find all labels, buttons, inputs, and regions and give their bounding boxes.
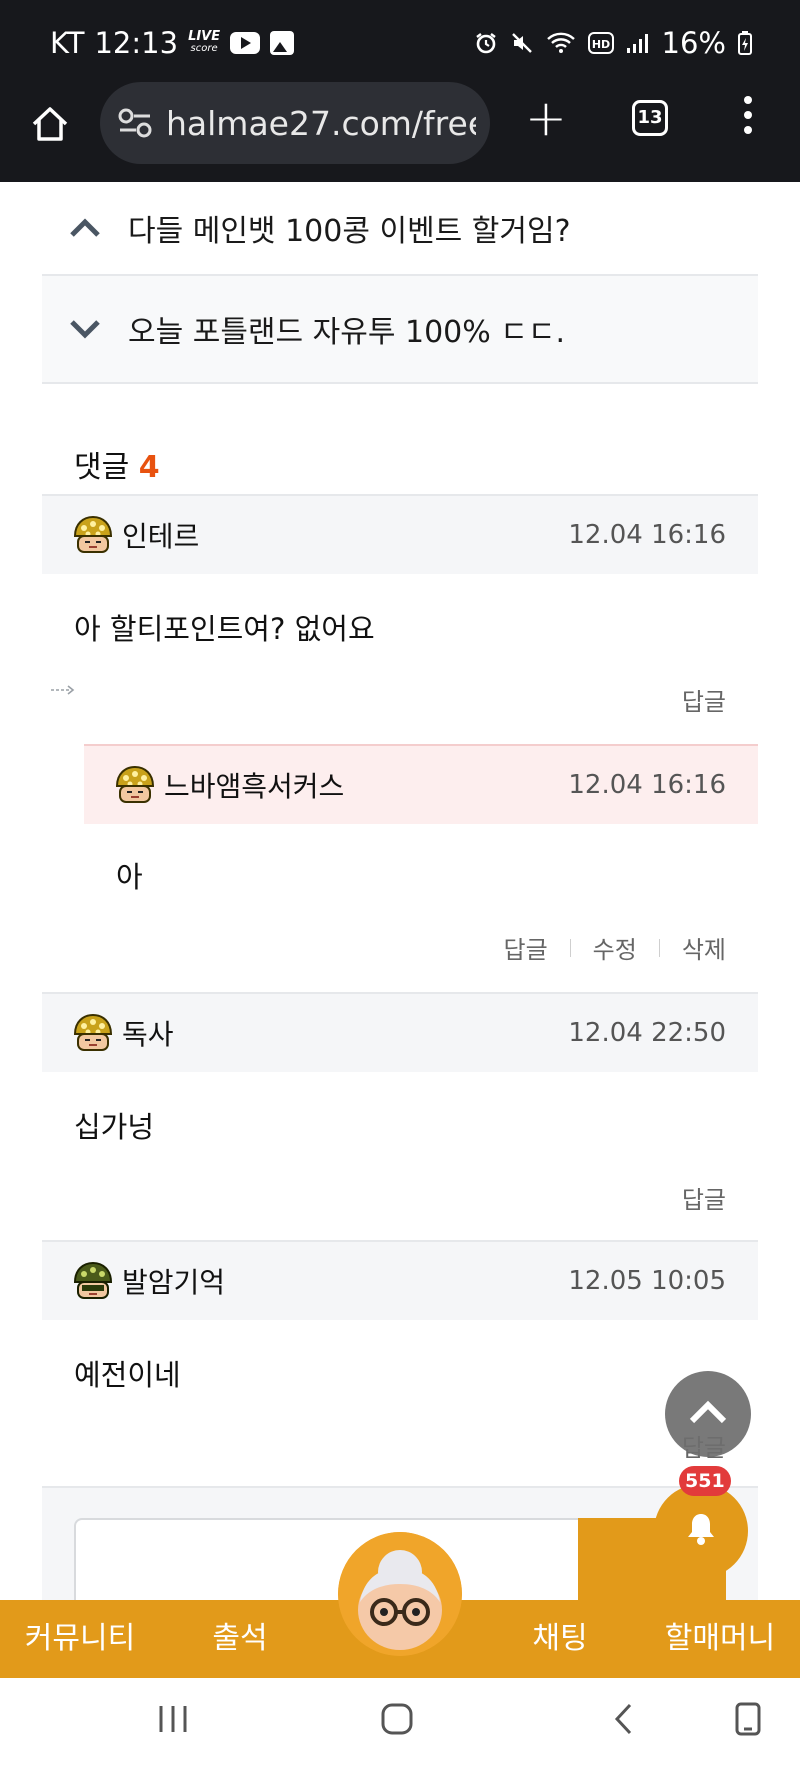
clock: 12:13: [94, 26, 179, 60]
notification-button[interactable]: [654, 1484, 748, 1578]
status-bar: KT 12:13 LIVE score HD 16%: [0, 0, 800, 90]
notification-badge: 551: [679, 1466, 731, 1496]
prev-post-link[interactable]: 다들 메인뱃 100콩 이벤트 할거임?: [42, 182, 758, 276]
next-post-title[interactable]: 오늘 포틀랜드 자유투 100% ㄷㄷ.: [128, 307, 565, 351]
youtube-icon: [230, 32, 261, 54]
chevron-down-icon: [42, 312, 128, 347]
comment-time: 12.04 16:16: [568, 520, 726, 550]
comment-actions: 답글 수정 삭제: [503, 930, 726, 965]
reply-button[interactable]: 답글: [682, 682, 726, 717]
gallery-icon: [270, 31, 295, 55]
delete-button[interactable]: 삭제: [682, 930, 726, 965]
edit-button[interactable]: 수정: [593, 930, 637, 965]
new-tab-button[interactable]: +: [524, 93, 568, 143]
url-text[interactable]: halmae27.com/free: [166, 104, 476, 143]
comment-actions: 답글: [682, 1180, 726, 1215]
reply-button[interactable]: 답글: [503, 930, 547, 965]
android-nav-bar: [0, 1678, 800, 1778]
battery-percent: 16%: [661, 26, 726, 60]
site-settings-icon[interactable]: [118, 108, 152, 138]
screen-rotate-icon[interactable]: [734, 1702, 762, 1736]
level-avatar-icon: [115, 765, 155, 803]
home-nav-icon[interactable]: [380, 1702, 414, 1736]
wifi-icon: [546, 32, 575, 53]
grandma-mascot-button[interactable]: [338, 1532, 462, 1656]
board-frame: 다들 메인뱃 100콩 이벤트 할거임? 오늘 포틀랜드 자유투 100% ㄷㄷ…: [42, 182, 758, 1600]
next-post-link[interactable]: 오늘 포틀랜드 자유투 100% ㄷㄷ.: [42, 276, 758, 384]
bell-icon: [688, 1514, 714, 1545]
comment-body: 아 할티포인트여? 없어요: [74, 612, 375, 646]
hd-icon: HD: [587, 32, 614, 54]
prev-post-title[interactable]: 다들 메인뱃 100콩 이벤트 할거임?: [128, 206, 571, 250]
carrier-label: KT: [50, 26, 85, 60]
chevron-up-icon: [42, 211, 128, 246]
reply-comment-header: 느바앰흑서커스 12.04 16:16: [84, 744, 758, 824]
comment-author[interactable]: 느바앰흑서커스: [164, 765, 344, 805]
home-icon[interactable]: [30, 104, 70, 144]
comment-body: 예전이네: [74, 1358, 181, 1392]
tab-switcher-button[interactable]: 13: [632, 100, 668, 136]
alarm-icon: [475, 33, 496, 54]
back-icon[interactable]: [608, 1702, 642, 1736]
url-bar[interactable]: halmae27.com/free: [100, 82, 490, 164]
battery-charging-icon: [738, 31, 752, 55]
comments-heading: 댓글 4: [74, 450, 160, 485]
mute-icon: [511, 33, 532, 53]
nav-chat[interactable]: 채팅: [480, 1600, 640, 1678]
svg-text:HD: HD: [591, 38, 609, 51]
recent-apps-icon[interactable]: [156, 1702, 190, 1736]
comment-body: 십가넝: [74, 1110, 155, 1144]
level-avatar-icon: [73, 1261, 113, 1299]
level-avatar-icon: [73, 1013, 113, 1051]
comment-header: 발암기억 12.05 10:05: [42, 1240, 758, 1320]
reply-button[interactable]: 답글: [682, 1180, 726, 1215]
comment-author[interactable]: 발암기억: [122, 1261, 225, 1301]
comment-body: 아: [116, 860, 143, 894]
comment-actions: 답글: [682, 682, 726, 717]
signal-icon: [626, 34, 648, 53]
nav-community[interactable]: 커뮤니티: [0, 1600, 160, 1678]
comment-author[interactable]: 독사: [122, 1013, 174, 1053]
level-avatar-icon: [73, 515, 113, 553]
comment-time: 12.05 10:05: [568, 1266, 726, 1296]
comment-header: 독사 12.04 22:50: [42, 992, 758, 1072]
nav-money[interactable]: 할매머니: [640, 1600, 800, 1678]
reply-arrow-icon: [51, 685, 75, 695]
browser-toolbar: halmae27.com/free + 13: [0, 82, 800, 182]
live-score-icon: LIVE score: [188, 29, 221, 54]
comment-header: 인테르 12.04 16:16: [42, 494, 758, 574]
chevron-up-icon: [689, 1400, 727, 1424]
comment-input[interactable]: [74, 1518, 594, 1600]
comment-count: 4: [138, 450, 160, 485]
comment-time: 12.04 16:16: [568, 770, 726, 800]
comment-author[interactable]: 인테르: [122, 515, 199, 555]
scroll-top-button[interactable]: [665, 1371, 751, 1457]
browser-menu-icon[interactable]: [742, 96, 754, 140]
nav-attendance[interactable]: 출석: [160, 1600, 320, 1678]
grandma-mascot-icon: [338, 1532, 462, 1656]
comment-time: 12.04 22:50: [568, 1018, 726, 1048]
